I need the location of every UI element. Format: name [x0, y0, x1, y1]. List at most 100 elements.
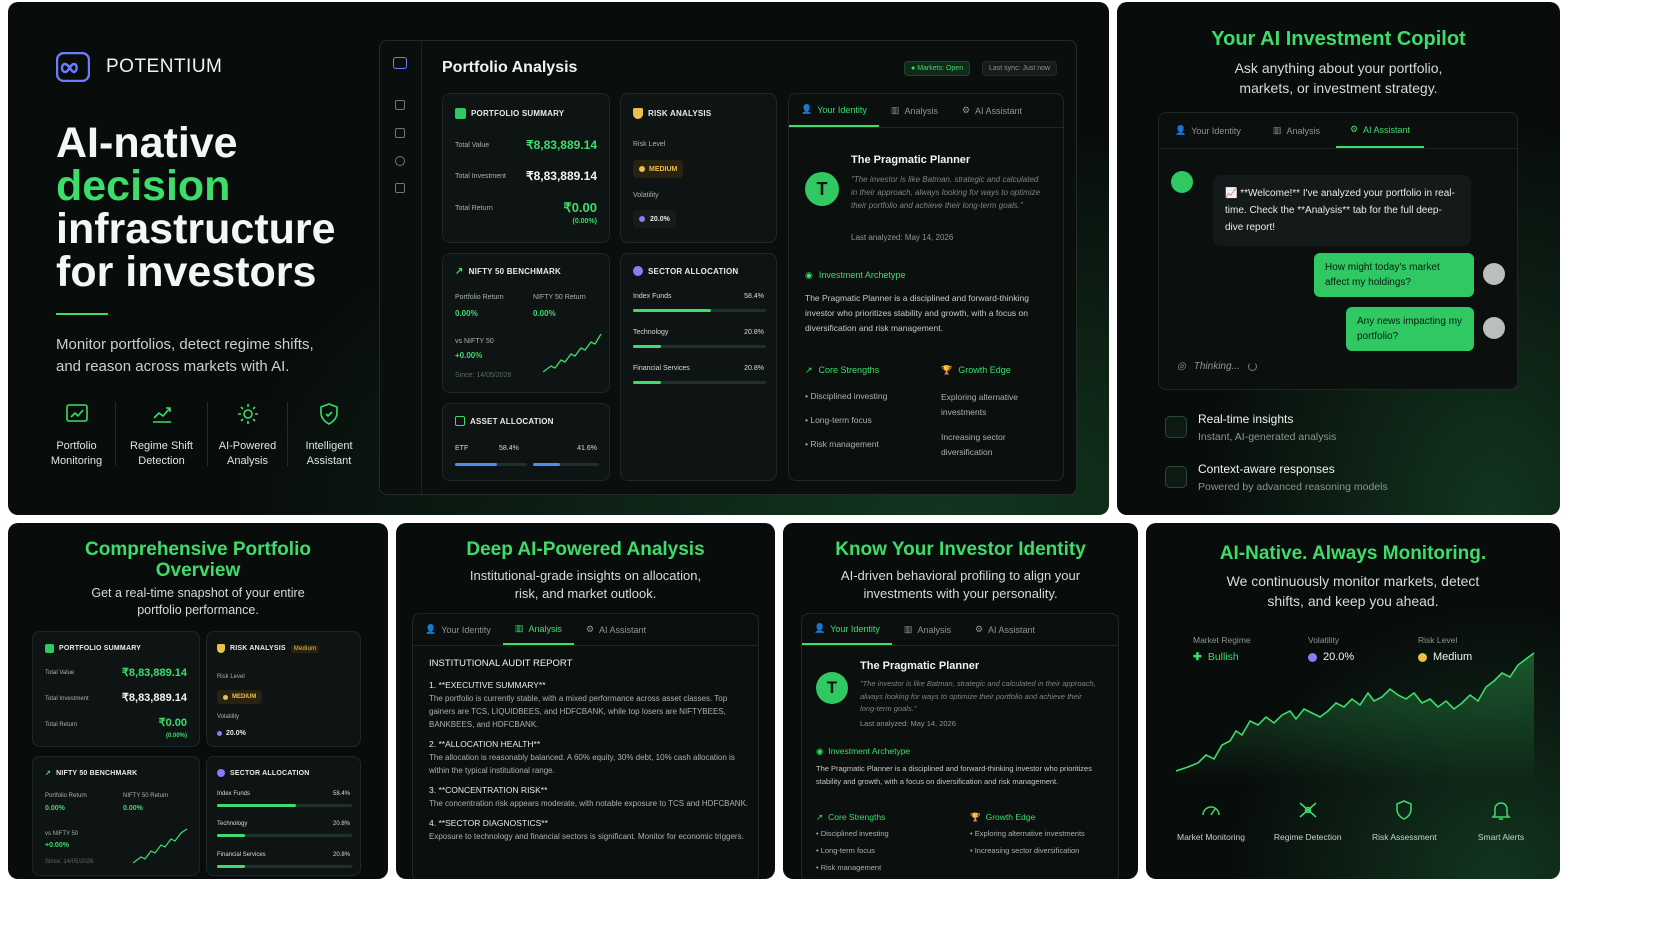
sector-name: Index Funds	[633, 293, 672, 300]
feature-regime-shift[interactable]: Regime Shift Detection	[116, 402, 208, 467]
total-value-label: Total Value	[45, 670, 75, 676]
tab-ai-assistant[interactable]: ⚙ AI Assistant	[574, 614, 658, 645]
strength-item: • Risk management	[816, 863, 882, 872]
risk-analysis-card[interactable]: RISK ANALYSIS Risk Level MEDIUM Volatili…	[620, 93, 777, 243]
know-title: Know Your Investor Identity	[835, 539, 1086, 560]
icon-label: Regime Detection	[1273, 832, 1342, 842]
markets-status-badge: ● Markets: Open	[904, 61, 971, 76]
tab-analysis[interactable]: ▥ Analysis	[1257, 113, 1336, 148]
brand[interactable]: POTENTIUM	[56, 52, 222, 82]
report-heading: 1. **EXECUTIVE SUMMARY**	[429, 680, 546, 690]
report-text: Exposure to technology and financial sec…	[429, 832, 744, 841]
sector-pct: 20.8%	[332, 821, 350, 827]
tab-analysis[interactable]: ▥ Analysis	[502, 614, 574, 645]
logo-icon	[56, 52, 90, 82]
sector-name: Index Funds	[217, 791, 251, 797]
portfolio-summary-card[interactable]: PORTFOLIO SUMMARY Total Value ₹8,83,889.…	[32, 631, 200, 747]
tab-your-identity[interactable]: 👤 Your Identity	[1159, 113, 1257, 148]
hero-title-line: infrastructure	[56, 205, 336, 253]
volatility-badge: 20.0%	[217, 730, 246, 737]
bulb-icon: ◉	[816, 746, 824, 756]
user-icon: 👤	[814, 623, 826, 633]
portfolio-return-label: Portfolio Return	[45, 793, 87, 799]
insight-icon	[1165, 416, 1187, 438]
sector-bar	[633, 381, 766, 384]
risk-level-label: Risk Level	[217, 674, 245, 680]
hero-title-line: AI-native	[56, 119, 238, 167]
tab-analysis[interactable]: ▥ Analysis	[892, 614, 963, 645]
tab-analysis[interactable]: ▥ Analysis	[879, 94, 950, 127]
tab-your-identity[interactable]: 👤 Your Identity	[413, 614, 503, 645]
feature-portfolio-monitoring[interactable]: Portfolio Monitoring	[38, 402, 116, 467]
context-icon	[1165, 466, 1187, 488]
total-return-pct: (0.00%)	[165, 733, 187, 739]
risk-analysis-card[interactable]: RISK ANALYSIS Medium Risk Level MEDIUM Vo…	[206, 631, 361, 747]
trophy-icon: 🏆	[970, 812, 981, 822]
user-icon: 👤	[1175, 125, 1187, 135]
strengths-title: ↗ Core Strengths	[805, 365, 880, 375]
nav-dashboard-icon[interactable]	[395, 100, 405, 110]
chart-icon	[45, 644, 54, 653]
nifty-return: 0.00%	[533, 309, 556, 318]
feature-intelligent-assistant[interactable]: Intelligent Assistant	[288, 402, 370, 467]
tab-your-identity[interactable]: 👤 Your Identity	[802, 614, 892, 645]
vs-nifty-value: +0.00%	[45, 842, 69, 849]
report-window: 👤 Your Identity ▥ Analysis ⚙ AI Assistant I…	[412, 613, 759, 879]
feature-title: Context-aware responses	[1198, 462, 1335, 476]
tab-ai-assistant[interactable]: ⚙ AI Assistant	[950, 94, 1034, 127]
strength-item: • Disciplined investing	[805, 391, 888, 401]
shield-icon	[1396, 800, 1413, 820]
sector-bar	[217, 804, 352, 807]
nav-settings-icon[interactable]	[395, 183, 405, 193]
nav-analysis-icon[interactable]	[395, 156, 405, 166]
regime-detection-item[interactable]: Regime Detection	[1263, 799, 1353, 842]
feature-ai-analysis[interactable]: AI-Powered Analysis	[208, 402, 288, 467]
bot-icon: ⚙	[961, 105, 971, 115]
report-text: The portfolio is currently stable, with …	[429, 694, 728, 729]
user-message: How might today's market affect my holdi…	[1314, 253, 1474, 297]
pie-icon	[633, 266, 643, 276]
dash-logo-icon[interactable]	[393, 57, 407, 69]
gear-icon	[237, 404, 258, 424]
deep-subtitle: Institutional-grade insights on allocati…	[469, 568, 702, 601]
sector-pct: 58.4%	[744, 293, 764, 300]
portfolio-summary-card[interactable]: PORTFOLIO SUMMARY Total Value ₹8,83,889.…	[442, 93, 610, 243]
etf-pct: 58.4%	[499, 445, 519, 452]
other-bar	[533, 463, 599, 466]
smart-alerts-item[interactable]: Smart Alerts	[1456, 799, 1546, 842]
know-subtitle: AI-driven behavioral profiling to align …	[840, 568, 1081, 601]
dash-title: Portfolio Analysis	[442, 59, 578, 76]
shield-icon	[320, 403, 338, 425]
icon-label: Smart Alerts	[1477, 832, 1525, 842]
risk-assessment-item[interactable]: Risk Assessment	[1359, 799, 1449, 842]
nifty-benchmark-card[interactable]: ↗ NIFTY 50 BENCHMARK Portfolio Return 0.0…	[32, 756, 200, 876]
tab-ai-assistant[interactable]: ⚙ AI Assistant	[1335, 113, 1425, 148]
identity-name: The Pragmatic Planner	[851, 154, 971, 166]
market-monitoring-item[interactable]: Market Monitoring	[1166, 799, 1256, 842]
user-icon: 👤	[801, 104, 813, 114]
vs-nifty-label: vs NIFTY 50	[45, 831, 79, 837]
strengths-title: ↗ Core Strengths	[816, 812, 886, 822]
sector-allocation-card[interactable]: SECTOR ALLOCATION Index Funds 58.4% Tech…	[206, 756, 361, 876]
nifty-benchmark-card[interactable]: ↗ NIFTY 50 BENCHMARK Portfolio Return 0.0…	[442, 253, 610, 393]
sector-pct: 20.8%	[744, 329, 764, 336]
risk-badge: Medium	[290, 644, 320, 653]
sector-name: Financial Services	[633, 365, 690, 372]
chart-icon: ▥	[890, 105, 900, 115]
tab-ai-assistant[interactable]: ⚙ AI Assistant	[963, 614, 1047, 645]
sector-allocation-card[interactable]: SECTOR ALLOCATION Index Funds 58.4% Tech…	[620, 253, 777, 481]
total-investment-label: Total Investment	[455, 173, 506, 180]
user-icon: 👤	[425, 624, 437, 634]
mini-sparkline	[133, 828, 188, 864]
nav-portfolio-icon[interactable]	[395, 128, 405, 138]
sector-bar	[217, 865, 352, 868]
tab-your-identity[interactable]: 👤 Your Identity	[789, 94, 879, 127]
identity-analyzed: Last analyzed: May 14, 2026	[851, 233, 954, 242]
deep-analysis-panel: Deep AI-Powered Analysis Institutional-g…	[396, 523, 775, 879]
dashboard-window: Portfolio Analysis ● Markets: Open Last …	[379, 40, 1077, 495]
asset-allocation-card[interactable]: ASSET ALLOCATION ETF 58.4% 41.6%	[442, 403, 610, 481]
deep-title: Deep AI-Powered Analysis	[466, 539, 705, 560]
report-tabs: 👤 Your Identity ▥ Analysis ⚙ AI Assistant	[413, 614, 758, 646]
bot-icon: ⚙	[1349, 124, 1359, 134]
chart-icon: ▥	[1272, 125, 1282, 135]
